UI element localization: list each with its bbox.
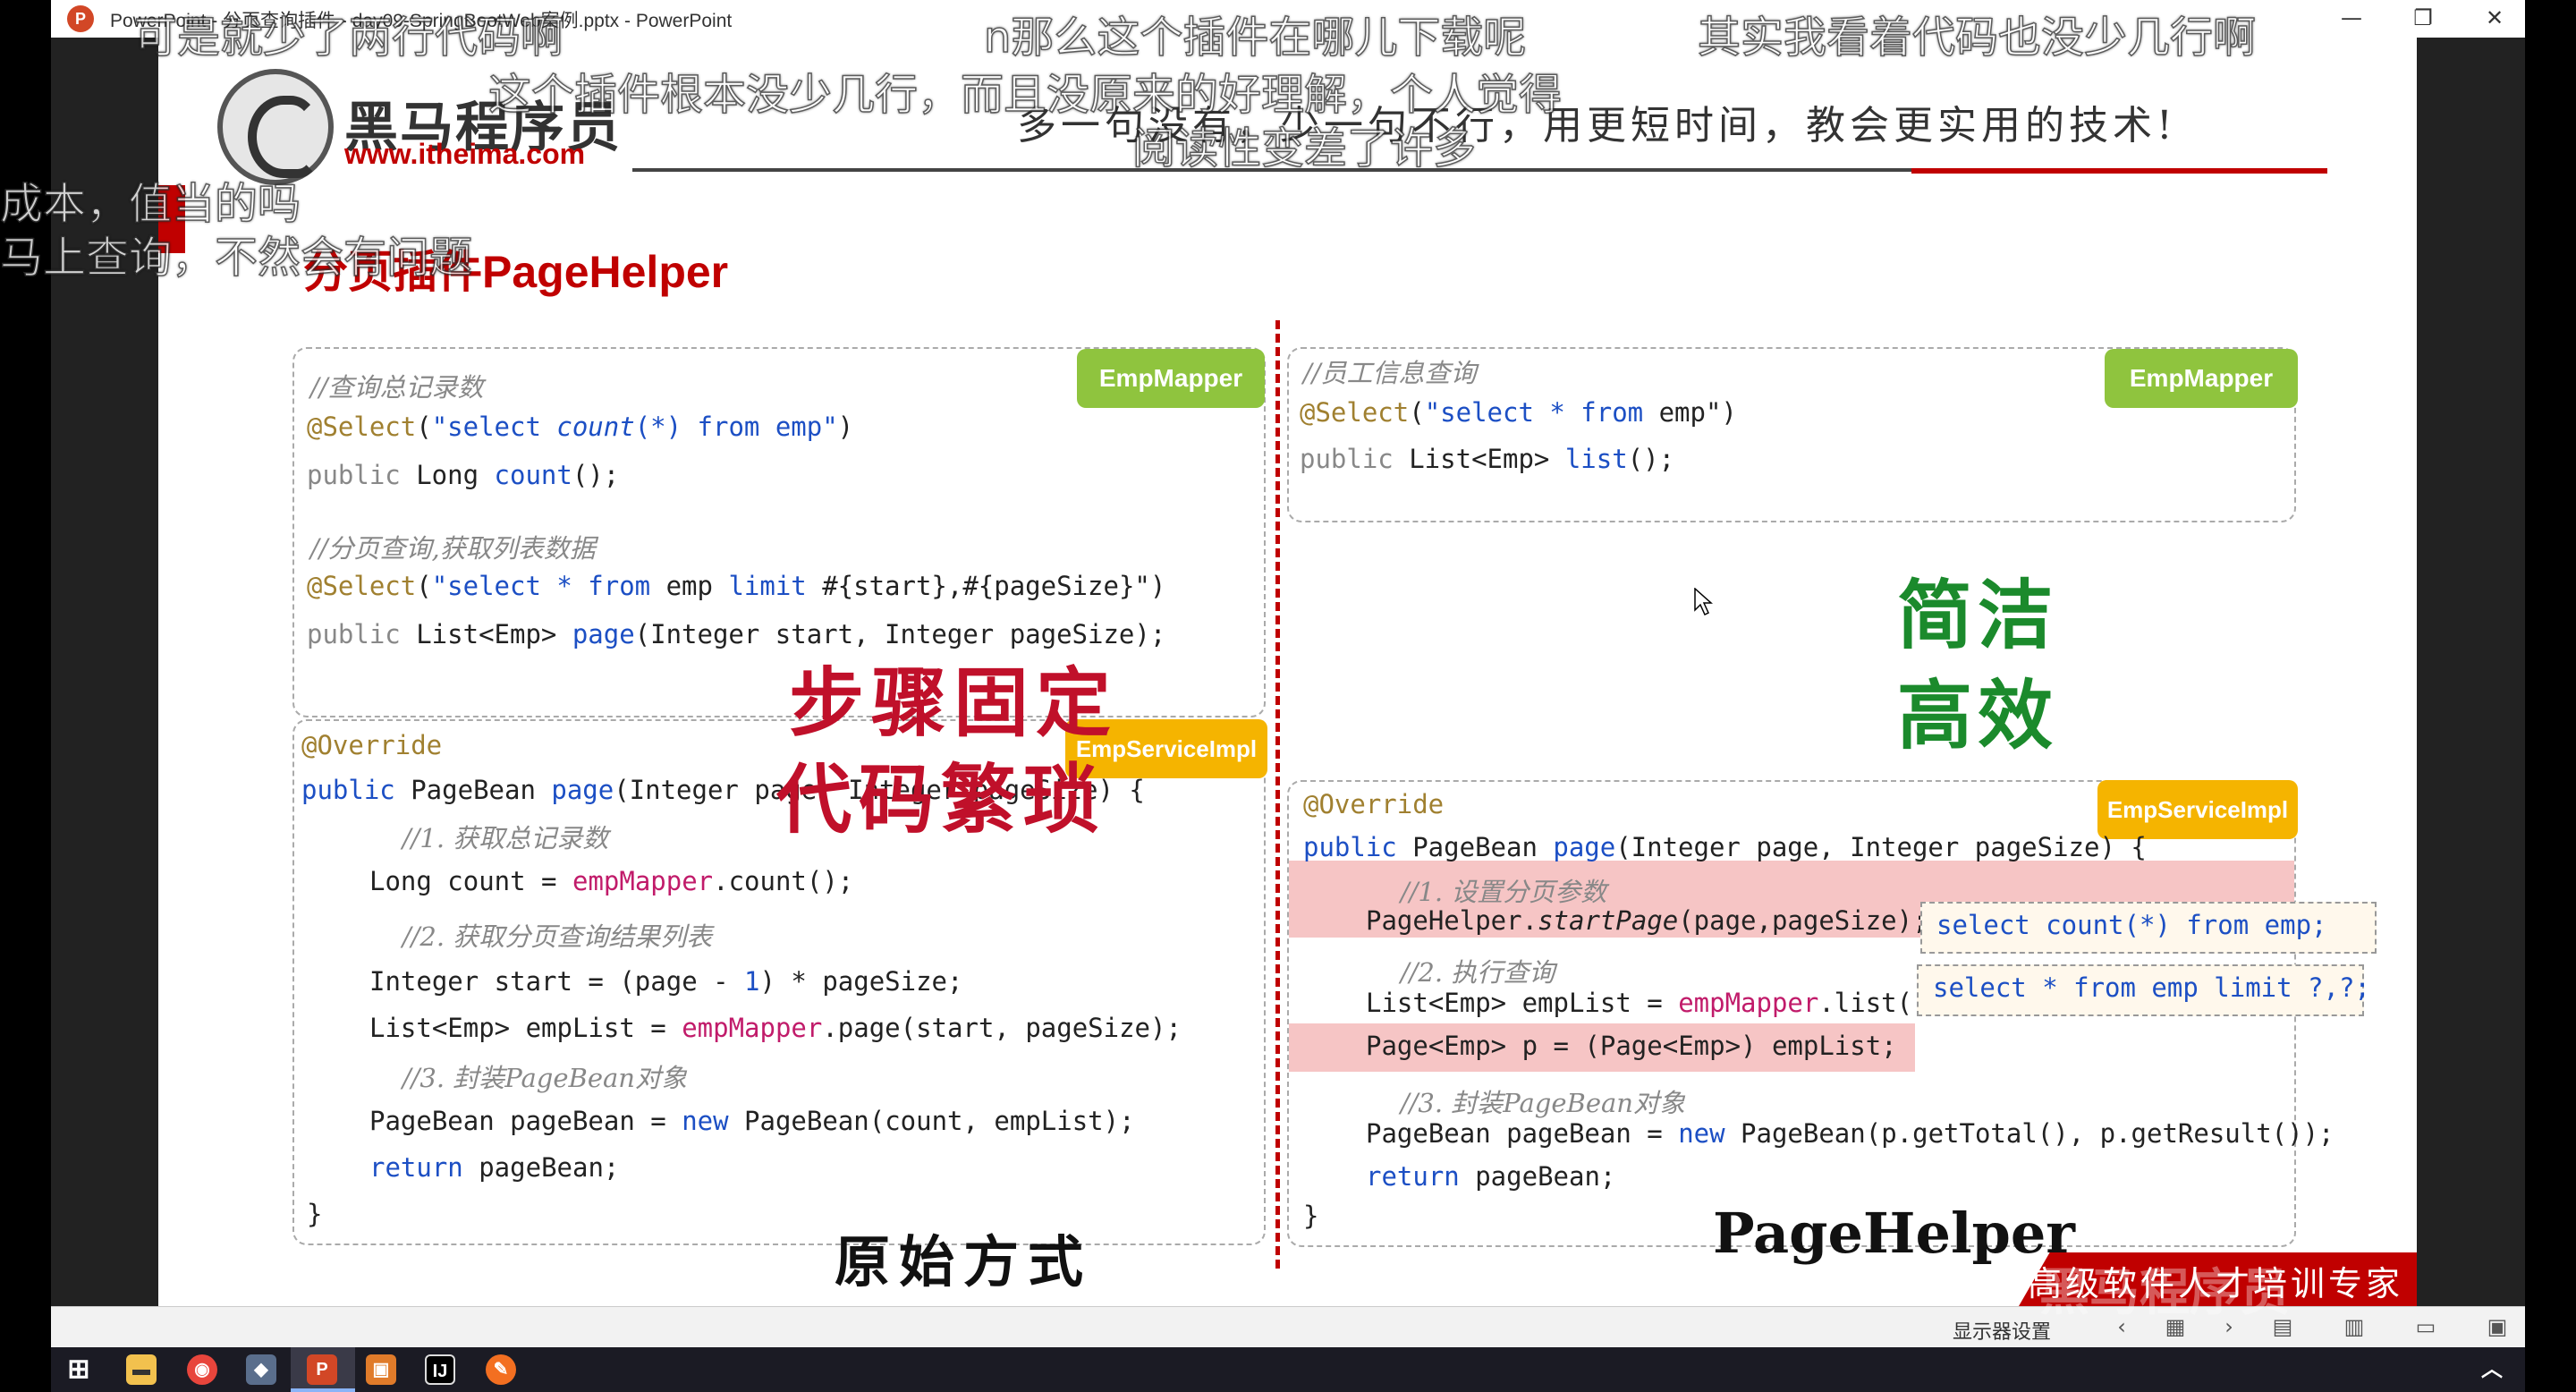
code-line: public List<Emp> page(Integer start, Int…	[307, 619, 1166, 649]
header-divider-accent	[1911, 168, 2327, 174]
maximize-button[interactable]: ❐	[2387, 0, 2459, 38]
callout-line: 高效	[1897, 672, 2059, 760]
danmaku-comment: 可是就少了两行代码啊	[133, 12, 564, 64]
callout-line: 步骤固定	[789, 659, 1119, 747]
chrome-icon[interactable]: ◉	[187, 1354, 217, 1385]
slide: 黑马程序员 www.itheima.com 多一句没有，少一句不行，用更短时间，…	[158, 38, 2417, 1306]
code-line: List<Emp> empList = empMapper.list();	[1366, 988, 1945, 1018]
code-comment: //3. 封装PageBean对象	[369, 1063, 687, 1093]
code-comment: //2. 执行查询	[1368, 957, 1555, 988]
center-divider	[1275, 320, 1280, 1269]
code-annotation: @Override	[1303, 789, 1445, 819]
right-mapper-tag: EmpMapper	[2105, 349, 2298, 408]
code-line: }	[307, 1199, 323, 1229]
code-comment: //2. 获取分页查询结果列表	[369, 921, 713, 952]
code-line: Integer start = (page - 1) * pageSize;	[369, 966, 963, 997]
powerpoint-app-icon[interactable]: P	[67, 5, 94, 32]
callout-fixed-steps: 步骤固定 代码繁琐	[776, 655, 1119, 848]
tray-chevron-icon[interactable]: ︿	[2477, 1354, 2507, 1385]
mouse-cursor-icon	[1694, 588, 1713, 616]
code-comment: //员工信息查询	[1303, 358, 1477, 388]
sql-limit-popup: select * from emp limit ?,?;	[1917, 964, 2370, 1016]
code-comment: //1. 设置分页参数	[1368, 877, 1607, 907]
watermark: 黑马程序员	[2039, 1264, 2290, 1322]
taskbar: ⊞ ▬ ◉ ◆ P ▣ IJ ✎ ︿	[51, 1347, 2525, 1392]
start-icon[interactable]: ⊞	[64, 1354, 94, 1385]
code-comment: //分页查询,获取列表数据	[310, 533, 596, 564]
powerpoint-icon[interactable]: P	[307, 1354, 337, 1385]
left-mapper-tag: EmpMapper	[1077, 349, 1265, 408]
code-comment: //3. 封装PageBean对象	[1368, 1088, 1685, 1118]
callout-concise-efficient: 简洁 高效	[1897, 565, 2058, 766]
code-line: return pageBean;	[369, 1152, 620, 1183]
code-line: PageHelper.startPage(page,pageSize);	[1366, 905, 1928, 936]
caption-original: 原始方式	[835, 1229, 1093, 1294]
code-annotation: @Override	[301, 730, 443, 760]
code-line: return pageBean;	[1366, 1161, 1616, 1192]
code-comment: //1. 获取总记录数	[369, 823, 609, 853]
callout-line: 简洁	[1897, 572, 2059, 659]
right-service-tag: EmpServiceImpl	[2097, 780, 2298, 839]
danmaku-comment: 其实我看着代码也没少几行啊	[1697, 12, 2257, 64]
code-line: @Select("select count(*) from emp")	[307, 412, 854, 442]
file-explorer-icon[interactable]: ▬	[126, 1354, 157, 1385]
code-line: Page<Emp> p = (Page<Emp>) empList;	[1366, 1031, 1897, 1061]
danmaku-comment: n那么这个插件在哪儿下载呢	[983, 12, 1527, 64]
code-line: public List<Emp> list();	[1300, 444, 1675, 474]
code-line: List<Emp> empList = empMapper.page(start…	[369, 1013, 1182, 1043]
code-line: PageBean pageBean = new PageBean(count, …	[369, 1106, 1135, 1136]
danmaku-comment: 阅读性变差了许多	[1131, 123, 1477, 174]
code-line: public Long count();	[307, 460, 620, 490]
caption-pagehelper: PageHelper	[1713, 1201, 2075, 1266]
code-comment: //查询总记录数	[310, 372, 484, 403]
app-icon[interactable]: ◆	[246, 1354, 276, 1385]
intellij-icon[interactable]: IJ	[425, 1354, 455, 1385]
presenter-icon[interactable]: ▣	[2484, 1314, 2511, 1339]
app3-icon[interactable]: ✎	[486, 1354, 516, 1385]
brand-url: www.itheima.com	[344, 138, 586, 170]
app2-icon[interactable]: ▣	[366, 1354, 396, 1385]
close-button[interactable]: ✕	[2459, 0, 2530, 38]
code-line: @Select("select * from emp limit #{start…	[307, 571, 1166, 601]
code-line: }	[1303, 1201, 1319, 1231]
sql-count-popup: select count(*) from emp;	[1920, 902, 2377, 954]
reading-view-icon[interactable]: ▥	[2341, 1314, 2368, 1339]
danmaku-comment: 马上查询，不然会有问题	[0, 232, 473, 284]
code-line: public PageBean page(Integer page, Integ…	[1303, 832, 2147, 862]
display-settings-button[interactable]: 显示器设置	[1953, 1316, 2051, 1345]
code-line: @Select("select * from emp")	[1300, 397, 1737, 428]
minimize-button[interactable]: —	[2316, 0, 2387, 38]
code-line: Long count = empMapper.count();	[369, 866, 854, 896]
code-line: PageBean pageBean = new PageBean(p.getTo…	[1366, 1118, 2334, 1149]
callout-line: 代码繁琐	[776, 756, 1106, 844]
slideshow-icon[interactable]: ▭	[2412, 1314, 2439, 1339]
